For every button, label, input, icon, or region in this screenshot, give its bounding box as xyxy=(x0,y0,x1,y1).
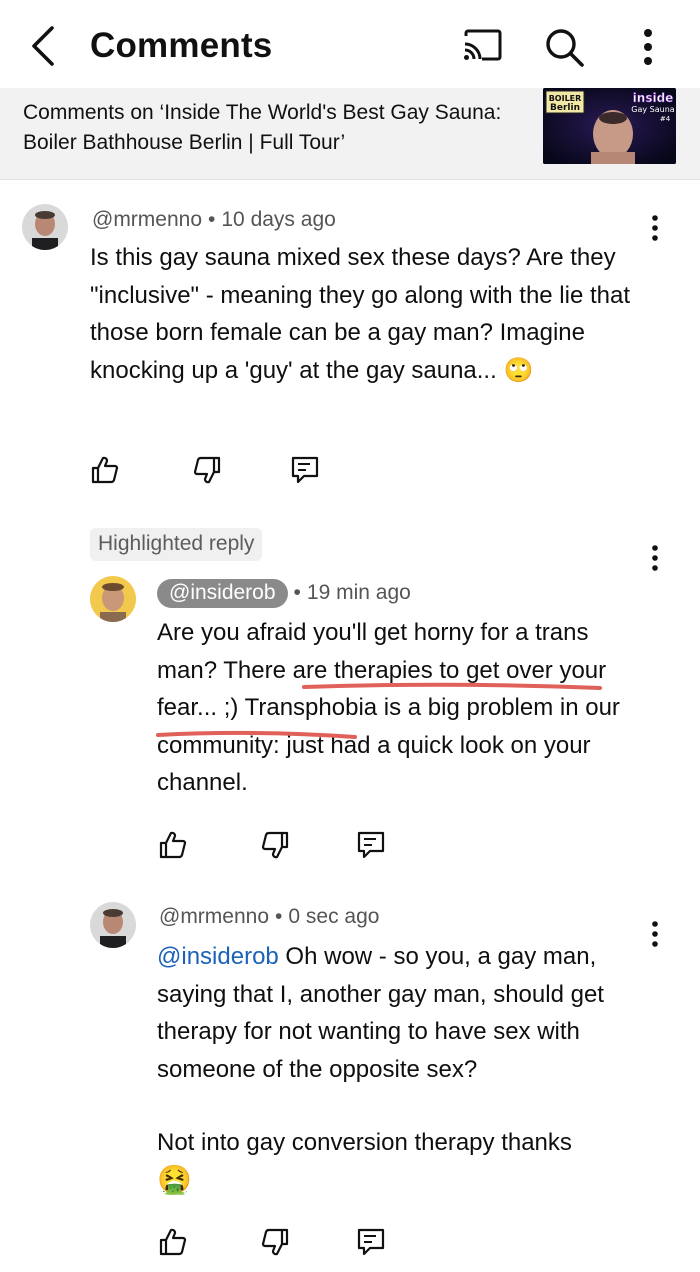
comment-options-button[interactable] xyxy=(650,214,660,244)
comment-meta: @mrmenno • 10 days ago xyxy=(92,208,336,231)
reply-author-pill[interactable]: @insiderob xyxy=(157,579,288,608)
thumbs-down-icon xyxy=(261,1228,289,1256)
more-vertical-icon xyxy=(652,215,658,241)
search-button[interactable] xyxy=(543,26,585,68)
reply-comment-icon xyxy=(357,831,385,859)
reply-text: Are you afraid you'll get horny for a tr… xyxy=(157,619,620,796)
svg-text:inside: inside xyxy=(633,91,674,105)
reply-time: 19 min ago xyxy=(306,581,411,604)
video-title-caption: Comments on ‘Inside The World's Best Gay… xyxy=(23,101,502,154)
thumbnail-image: BOILER Berlin inside Gay Sauna #4 xyxy=(543,88,676,164)
dislike-button[interactable] xyxy=(260,1227,290,1257)
comment-time: 10 days ago xyxy=(221,208,336,231)
reply-meta: @mrmenno • 0 sec ago xyxy=(159,905,380,928)
search-icon xyxy=(546,29,584,67)
cast-button[interactable] xyxy=(460,28,504,64)
annotation-underline xyxy=(302,682,602,690)
annotation-underline xyxy=(156,730,357,739)
thumbs-up-icon xyxy=(91,456,119,484)
like-button[interactable] xyxy=(90,455,120,485)
thumbs-up-icon xyxy=(159,831,187,859)
emoji: 🤮 xyxy=(157,1164,192,1195)
highlighted-reply-badge: Highlighted reply xyxy=(90,528,263,561)
reply-time: 0 sec ago xyxy=(288,905,380,928)
top-app-bar: Comments xyxy=(0,0,700,88)
more-vertical-icon xyxy=(652,545,658,571)
svg-text:Berlin: Berlin xyxy=(550,103,580,113)
reply-meta: @insiderob • 19 min ago xyxy=(157,579,411,608)
comment-author[interactable]: @mrmenno xyxy=(92,208,202,231)
video-thumbnail[interactable]: BOILER Berlin inside Gay Sauna #4 xyxy=(543,88,676,164)
back-chevron-icon xyxy=(32,26,54,66)
avatar[interactable] xyxy=(90,902,136,948)
svg-text:BOILER: BOILER xyxy=(549,94,582,103)
like-button[interactable] xyxy=(158,830,188,860)
reply-text: @insiderob Oh wow - so you, a gay man, s… xyxy=(157,938,652,1088)
mention-link[interactable]: @insiderob xyxy=(157,943,279,970)
comment-text: Is this gay sauna mixed sex these days? … xyxy=(90,244,631,384)
thumbs-down-icon xyxy=(193,456,221,484)
reply-text-closing: Not into gay conversion therapy thanks xyxy=(157,1129,572,1156)
reply-comment-icon xyxy=(291,456,319,484)
reply-button[interactable] xyxy=(356,1227,386,1257)
dislike-button[interactable] xyxy=(192,455,222,485)
reply-author[interactable]: @mrmenno xyxy=(159,905,269,928)
reply-comment-icon xyxy=(357,1228,385,1256)
reply-button[interactable] xyxy=(290,455,320,485)
back-button[interactable] xyxy=(26,24,62,68)
thumbs-up-icon xyxy=(159,1228,187,1256)
reply-button[interactable] xyxy=(356,830,386,860)
like-button[interactable] xyxy=(158,1227,188,1257)
page-title: Comments xyxy=(90,26,273,65)
svg-text:#4: #4 xyxy=(660,115,671,123)
avatar[interactable] xyxy=(22,204,68,250)
svg-text:Gay Sauna: Gay Sauna xyxy=(631,105,675,114)
thumbs-down-icon xyxy=(261,831,289,859)
avatar[interactable] xyxy=(90,576,136,622)
dislike-button[interactable] xyxy=(260,830,290,860)
video-context-strip[interactable]: Comments on ‘Inside The World's Best Gay… xyxy=(0,88,700,180)
more-options-button[interactable] xyxy=(634,27,662,67)
more-vertical-icon xyxy=(644,29,652,65)
reply-options-button[interactable] xyxy=(650,544,660,574)
cast-icon xyxy=(464,29,502,61)
